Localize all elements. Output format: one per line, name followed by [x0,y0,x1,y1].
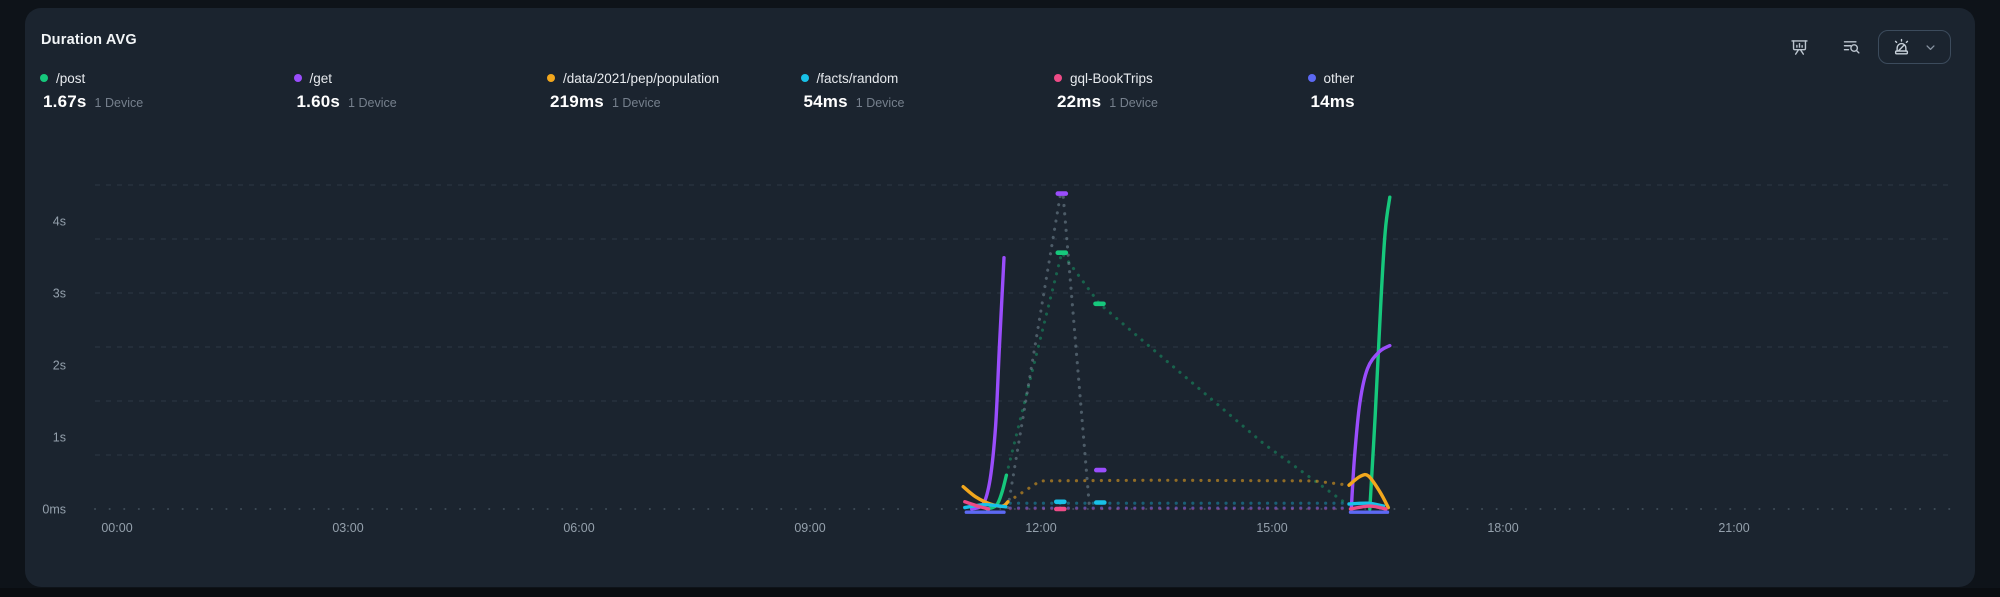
x-tick-label: 18:00 [1487,521,1518,535]
x-tick-label: 12:00 [1025,521,1056,535]
series-dotted-line [1008,480,1349,502]
y-tick-label: 4s [53,215,66,229]
y-tick-label: 0ms [42,503,66,517]
page: Duration AVG [0,0,2000,597]
x-tick-label: 06:00 [563,521,594,535]
x-tick-label: 15:00 [1256,521,1287,535]
y-tick-label: 3s [53,287,66,301]
series-dotted-line [1008,195,1060,508]
y-tick-label: 1s [53,431,66,445]
chart-canvas: 0ms 1s 2s 3s 4s 00:00 03:00 06:00 09:00 12:00 15:0… [25,8,1975,587]
x-tick-label: 03:00 [332,521,363,535]
duration-avg-card: Duration AVG [25,8,1975,587]
chart-area[interactable]: 0ms 1s 2s 3s 4s 00:00 03:00 06:00 09:00 12:00 15:0… [25,8,1975,587]
page-bottom-bar [0,588,2000,597]
y-tick-label: 2s [53,359,66,373]
x-tick-label: 00:00 [101,521,132,535]
series-dotted-line [1006,253,1346,504]
x-tick-label: 09:00 [794,521,825,535]
series-dotted-line [1063,197,1089,507]
x-tick-label: 21:00 [1718,521,1749,535]
series-solid-line [972,258,1004,509]
